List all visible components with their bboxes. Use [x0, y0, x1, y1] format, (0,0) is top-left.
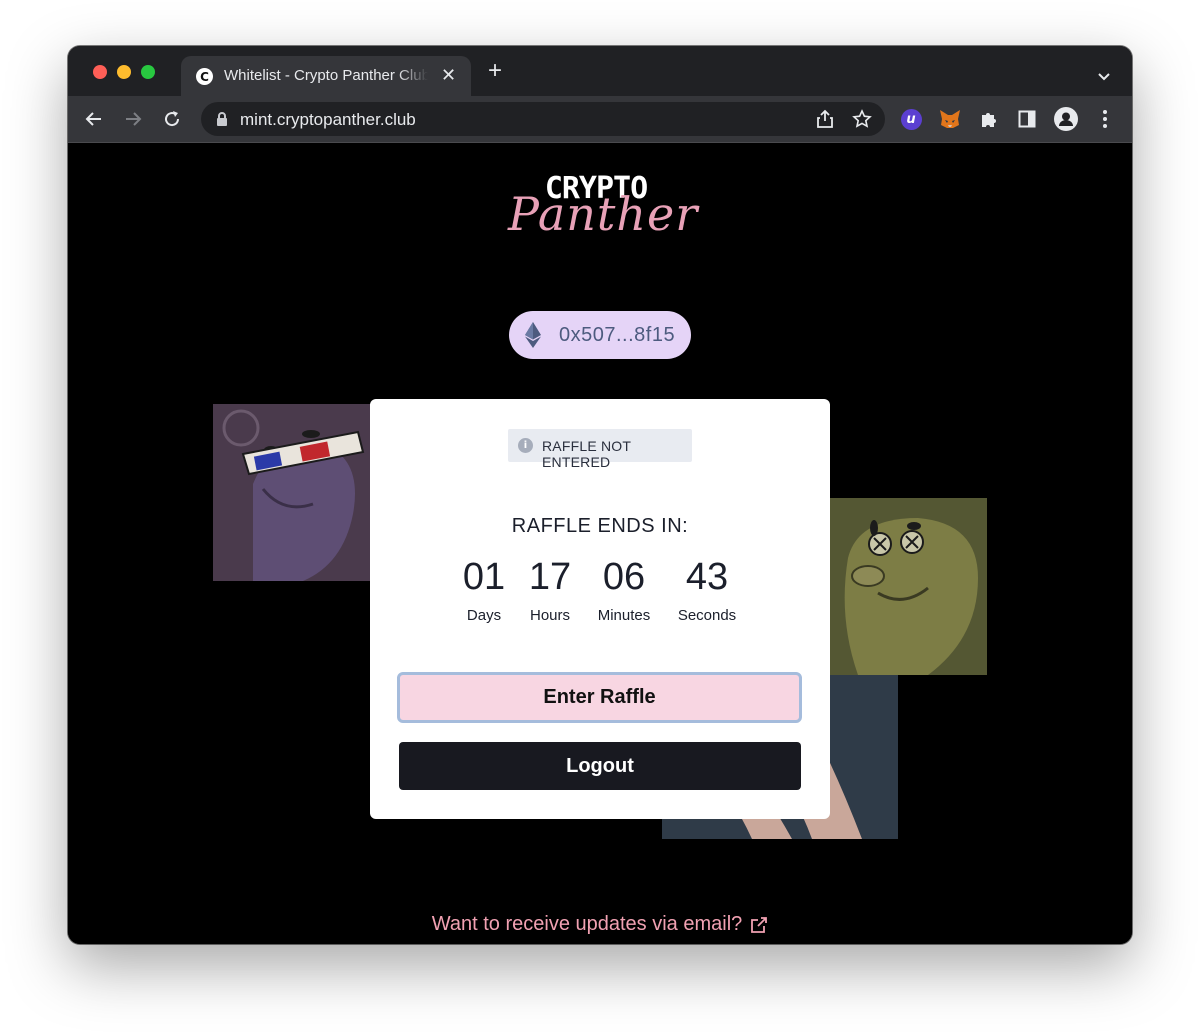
logout-button[interactable]: Logout — [399, 742, 801, 790]
wallet-address-pill[interactable]: 0x507...8f15 — [509, 311, 691, 359]
side-panel-icon[interactable] — [1015, 107, 1039, 131]
maximize-window-button[interactable] — [141, 65, 155, 79]
wallet-address-text: 0x507...8f15 — [559, 324, 676, 346]
countdown-seconds-label: Seconds — [677, 607, 737, 624]
url-text: mint.cryptopanther.club — [240, 110, 416, 129]
page-content: CRYPTO Panther 0x507...8f15 i RAFFLE NOT… — [68, 143, 1132, 944]
reload-icon[interactable] — [161, 108, 183, 130]
countdown-hours: 17 Hours — [517, 556, 583, 624]
raffle-status-text: RAFFLE NOT ENTERED — [542, 438, 631, 470]
back-icon[interactable] — [83, 108, 105, 130]
raffle-ends-label: RAFFLE ENDS IN: — [511, 515, 689, 537]
countdown-minutes-label: Minutes — [597, 607, 651, 624]
u-extension-icon[interactable]: u — [899, 107, 923, 131]
profile-avatar-icon[interactable] — [1054, 107, 1078, 131]
favicon-icon: C — [196, 68, 213, 85]
countdown-minutes: 06 Minutes — [584, 556, 664, 624]
share-icon[interactable] — [816, 109, 834, 134]
tab-search-chevron-icon[interactable] — [1097, 69, 1111, 87]
external-link-icon — [751, 916, 768, 933]
extensions-puzzle-icon[interactable] — [977, 107, 1001, 131]
email-updates-link[interactable]: Want to receive updates via email? — [432, 913, 769, 936]
tab-title: Whitelist - Crypto Panther Club — [224, 67, 428, 84]
forward-icon[interactable] — [122, 108, 144, 130]
email-updates-link-text: Want to receive updates via email? — [431, 913, 743, 935]
lock-icon[interactable] — [216, 111, 228, 132]
browser-toolbar: mint.cryptopanther.club u — [68, 96, 1132, 143]
tab-strip: C Whitelist - Crypto Panther Club ✕ + — [68, 46, 1132, 96]
countdown-days-label: Days — [466, 607, 502, 624]
logo-line-panther: Panther — [508, 187, 699, 241]
enter-raffle-button[interactable]: Enter Raffle — [397, 672, 802, 723]
browser-tab[interactable]: C Whitelist - Crypto Panther Club ✕ — [181, 56, 471, 96]
browser-window: C Whitelist - Crypto Panther Club ✕ + mi… — [68, 46, 1132, 944]
countdown-hours-label: Hours — [529, 607, 570, 624]
metamask-fox-icon[interactable] — [938, 107, 962, 131]
email-updates-link-row: Want to receive updates via email? — [68, 913, 1132, 943]
countdown-seconds: 43 Seconds — [667, 556, 747, 624]
bookmark-star-icon[interactable] — [852, 109, 872, 134]
info-icon: i — [518, 438, 533, 453]
nft-artwork-dizzy-panther — [828, 498, 987, 675]
close-window-button[interactable] — [93, 65, 107, 79]
close-tab-icon[interactable]: ✕ — [441, 64, 456, 86]
nft-artwork-3d-glasses-panther — [213, 404, 373, 581]
countdown-hours-value: 17 — [528, 556, 572, 598]
crypto-panther-logo[interactable]: CRYPTO Panther — [508, 171, 699, 251]
countdown-minutes-value: 06 — [602, 556, 646, 598]
more-menu-icon[interactable] — [1093, 107, 1117, 131]
countdown-days: 01 Days — [454, 556, 514, 624]
address-bar[interactable]: mint.cryptopanther.club — [201, 102, 885, 136]
raffle-status-badge: i RAFFLE NOT ENTERED — [508, 429, 692, 470]
ethereum-icon — [525, 322, 541, 353]
raffle-card: i RAFFLE NOT ENTERED RAFFLE ENDS IN: 01 … — [370, 399, 830, 819]
minimize-window-button[interactable] — [117, 65, 131, 79]
new-tab-button[interactable]: + — [488, 59, 502, 83]
countdown-seconds-value: 43 — [685, 556, 729, 598]
countdown-days-value: 01 — [462, 556, 506, 598]
